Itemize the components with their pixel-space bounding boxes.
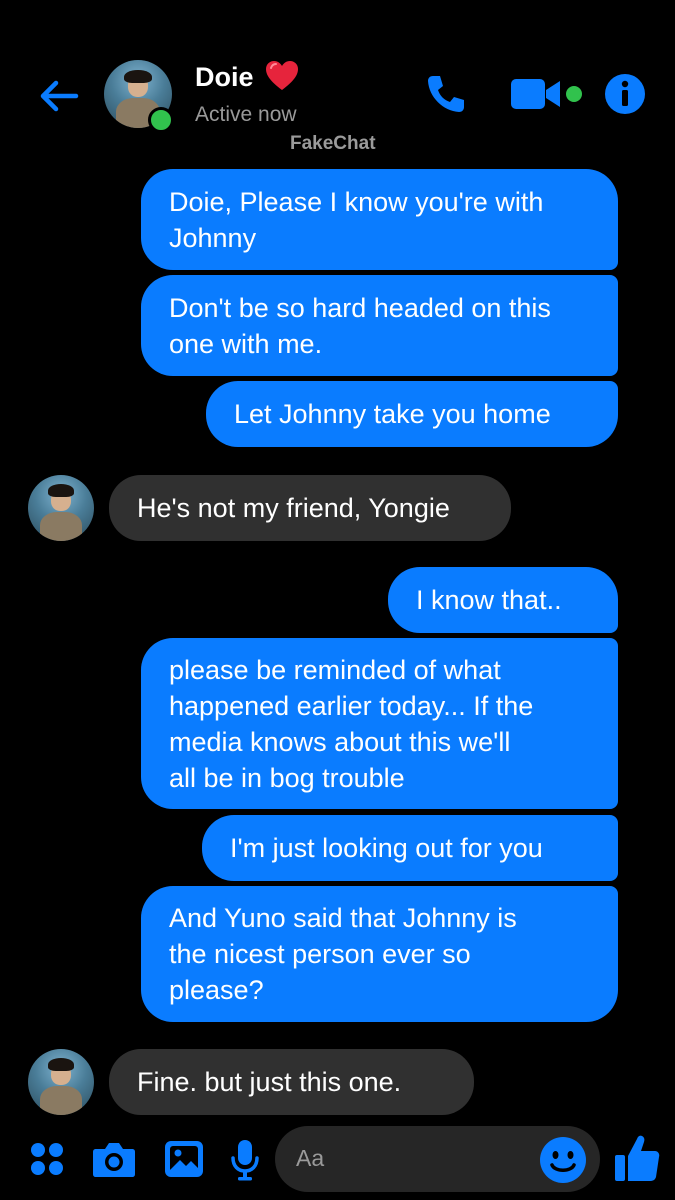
contact-avatar-small[interactable] bbox=[28, 1049, 94, 1115]
camera-icon[interactable] bbox=[92, 1140, 136, 1178]
four-dots-icon[interactable] bbox=[29, 1141, 65, 1177]
smiley-icon[interactable] bbox=[539, 1136, 587, 1184]
message-bubble-outgoing[interactable]: Doie, Please I know you're with Johnny bbox=[141, 169, 618, 270]
message-bubble-incoming[interactable]: He's not my friend, Yongie bbox=[109, 475, 511, 541]
message-bubble-outgoing[interactable]: And Yuno said that Johnny is the nicest … bbox=[141, 886, 618, 1022]
contact-name[interactable]: Doie bbox=[195, 62, 254, 93]
heart-icon bbox=[266, 61, 298, 90]
message-bubble-outgoing[interactable]: please be reminded of what happened earl… bbox=[141, 638, 618, 809]
message-bubble-outgoing[interactable]: I'm just looking out for you bbox=[202, 815, 618, 881]
message-bubble-outgoing[interactable]: Let Johnny take you home bbox=[206, 381, 618, 447]
back-arrow-icon[interactable] bbox=[36, 74, 80, 118]
message-input-placeholder: Aa bbox=[296, 1145, 325, 1171]
contact-avatar-small[interactable] bbox=[28, 475, 94, 541]
online-indicator bbox=[148, 107, 174, 133]
watermark: FakeChat bbox=[290, 133, 376, 154]
message-bubble-outgoing[interactable]: I know that.. bbox=[388, 567, 618, 633]
chat-header: Doie Active now FakeChat bbox=[0, 0, 675, 160]
thumbs-up-icon[interactable] bbox=[613, 1133, 661, 1183]
video-camera-icon[interactable] bbox=[510, 76, 586, 112]
microphone-icon[interactable] bbox=[230, 1139, 260, 1181]
phone-icon[interactable] bbox=[424, 72, 468, 116]
active-status: Active now bbox=[195, 103, 297, 126]
message-bubble-outgoing[interactable]: Don't be so hard headed on this one with… bbox=[141, 275, 618, 376]
message-bubble-incoming[interactable]: Fine. but just this one. bbox=[109, 1049, 474, 1115]
image-icon[interactable] bbox=[164, 1140, 204, 1178]
info-icon[interactable] bbox=[604, 73, 646, 115]
